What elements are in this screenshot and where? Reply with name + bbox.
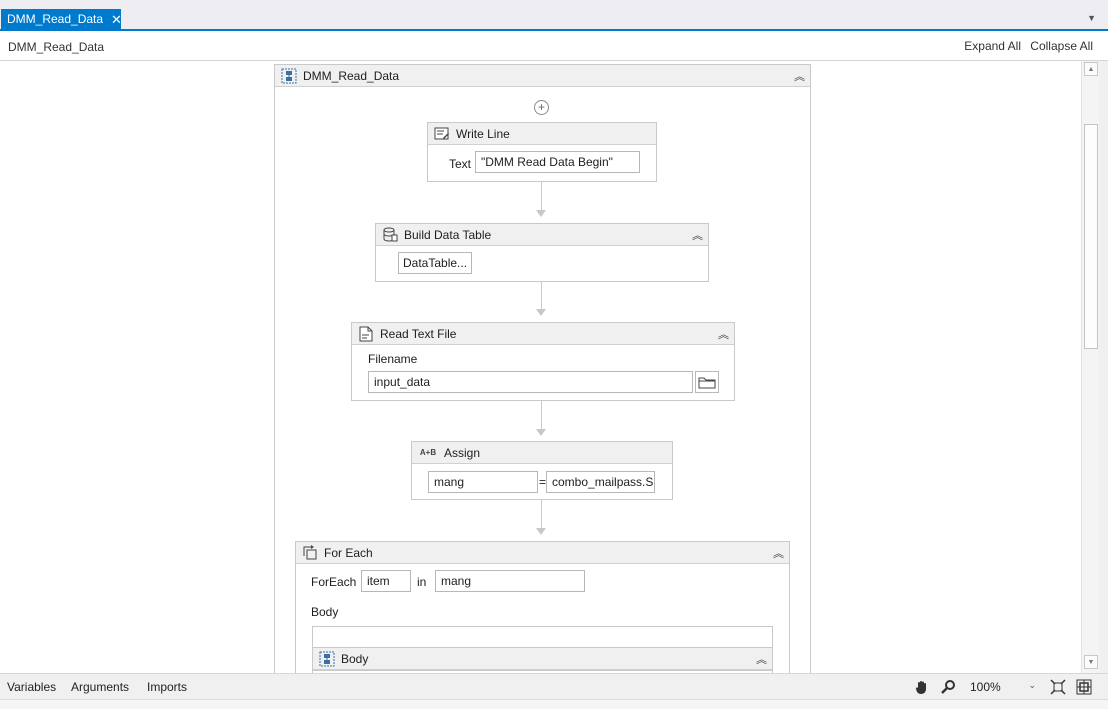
file-icon — [358, 326, 374, 342]
arguments-tab[interactable]: Arguments — [71, 680, 129, 694]
equals-sign: = — [539, 475, 547, 489]
write-line-header[interactable]: Write Line — [428, 123, 656, 145]
document-tab-strip: DMM_Read_Data ✕ ▼ — [0, 0, 1108, 31]
in-label: in — [417, 575, 427, 589]
foreach-item-field[interactable]: item — [361, 570, 411, 592]
zoom-magnifier-icon[interactable] — [939, 678, 957, 696]
assign-to-field[interactable]: mang — [428, 471, 538, 493]
sequence-title: DMM_Read_Data — [303, 68, 400, 83]
folder-icon — [698, 377, 716, 388]
write-line-icon — [434, 126, 450, 142]
for-each-title: For Each — [324, 545, 373, 560]
filename-label: Filename — [368, 352, 418, 366]
body-label: Body — [311, 605, 339, 619]
read-text-file-header[interactable]: Read Text File ︽ — [352, 323, 734, 345]
connector-line — [541, 282, 542, 309]
zoom-select[interactable]: 100% ⌄ — [966, 677, 1040, 697]
overview-map-icon[interactable] — [1075, 678, 1093, 696]
scrollbar-thumb[interactable] — [1084, 124, 1098, 349]
collapse-all-button[interactable]: Collapse All — [1030, 39, 1093, 53]
collapse-icon[interactable]: ︽ — [773, 545, 784, 561]
body-sequence-header[interactable]: Body ︽ — [313, 648, 772, 670]
write-line-title: Write Line — [456, 126, 510, 141]
sequence-header[interactable]: DMM_Read_Data ︽ — [275, 65, 810, 87]
tab-title: DMM_Read_Data — [7, 12, 104, 26]
connector-arrow — [536, 309, 546, 316]
build-data-table-activity[interactable]: Build Data Table ︽ DataTable... — [375, 223, 709, 282]
vertical-scrollbar[interactable]: ▲ ▼ — [1081, 61, 1099, 673]
close-icon[interactable]: ✕ — [111, 13, 122, 26]
text-label: Text — [449, 157, 472, 171]
designer-canvas[interactable]: DMM_Read_Data ︽ + Write Line Text "DMM R… — [0, 61, 1081, 673]
assign-value-field[interactable]: combo_mailpass.S| — [546, 471, 655, 493]
connector-arrow — [536, 429, 546, 436]
window-bottom-edge — [0, 699, 1108, 709]
chevron-down-icon: ⌄ — [1028, 680, 1036, 690]
foreach-collection-field[interactable]: mang — [435, 570, 585, 592]
side-panel-edge — [1099, 61, 1108, 673]
connector-line — [541, 500, 542, 528]
scroll-up-icon[interactable]: ▲ — [1084, 62, 1098, 76]
collapse-icon[interactable]: ︽ — [718, 326, 729, 342]
hand-pan-icon[interactable] — [913, 678, 931, 696]
data-table-icon — [382, 227, 398, 243]
zoom-value: 100% — [970, 680, 1001, 694]
build-data-table-header[interactable]: Build Data Table ︽ — [376, 224, 708, 246]
chevron-down-icon[interactable]: ▼ — [1087, 13, 1096, 23]
sequence-icon — [319, 651, 335, 667]
fit-to-screen-icon[interactable] — [1049, 678, 1067, 696]
assign-activity[interactable]: A+B Assign mang = combo_mailpass.S| — [411, 441, 673, 500]
for-each-activity[interactable]: For Each ︽ ForEach item in mang Body Bod… — [295, 541, 790, 673]
breadcrumb-bar: DMM_Read_Data Expand All Collapse All — [0, 31, 1108, 61]
add-activity-icon[interactable]: + — [534, 100, 549, 115]
collapse-icon[interactable]: ︽ — [794, 68, 805, 84]
write-line-activity[interactable]: Write Line Text "DMM Read Data Begin" — [427, 122, 657, 182]
connector-arrow — [536, 528, 546, 535]
sequence-icon — [281, 68, 297, 84]
text-field[interactable]: "DMM Read Data Begin" — [475, 151, 640, 173]
breadcrumb[interactable]: DMM_Read_Data — [8, 40, 104, 54]
connector-line — [541, 401, 542, 429]
sequence-activity[interactable]: DMM_Read_Data ︽ + Write Line Text "DMM R… — [274, 64, 811, 673]
body-sequence-title: Body — [341, 651, 369, 666]
read-text-file-activity[interactable]: Read Text File ︽ Filename input_data — [351, 322, 735, 401]
connector-arrow — [536, 210, 546, 217]
foreach-label: ForEach — [311, 575, 357, 589]
designer-bottom-bar: Variables Arguments Imports 100% ⌄ — [0, 673, 1108, 699]
scroll-down-icon[interactable]: ▼ — [1084, 655, 1098, 669]
for-each-header[interactable]: For Each ︽ — [296, 542, 789, 564]
body-sequence[interactable]: Body ︽ — [313, 647, 772, 671]
for-each-icon — [302, 544, 318, 561]
expand-all-button[interactable]: Expand All — [964, 39, 1021, 53]
variables-tab[interactable]: Variables — [7, 680, 56, 694]
body-container[interactable]: Body ︽ — [312, 626, 773, 673]
tab-dmm-read-data[interactable]: DMM_Read_Data ✕ — [1, 9, 122, 29]
read-text-file-title: Read Text File — [380, 326, 457, 341]
collapse-icon[interactable]: ︽ — [756, 651, 767, 667]
browse-folder-button[interactable] — [695, 371, 719, 393]
assign-title: Assign — [444, 445, 481, 460]
filename-input[interactable]: input_data — [368, 371, 693, 393]
assign-header[interactable]: A+B Assign — [412, 442, 672, 464]
datatable-button[interactable]: DataTable... — [398, 252, 473, 274]
build-data-table-title: Build Data Table — [404, 227, 492, 242]
collapse-icon[interactable]: ︽ — [692, 227, 703, 243]
assign-icon: A+B — [419, 448, 437, 457]
imports-tab[interactable]: Imports — [147, 680, 187, 694]
connector-line — [541, 182, 542, 210]
